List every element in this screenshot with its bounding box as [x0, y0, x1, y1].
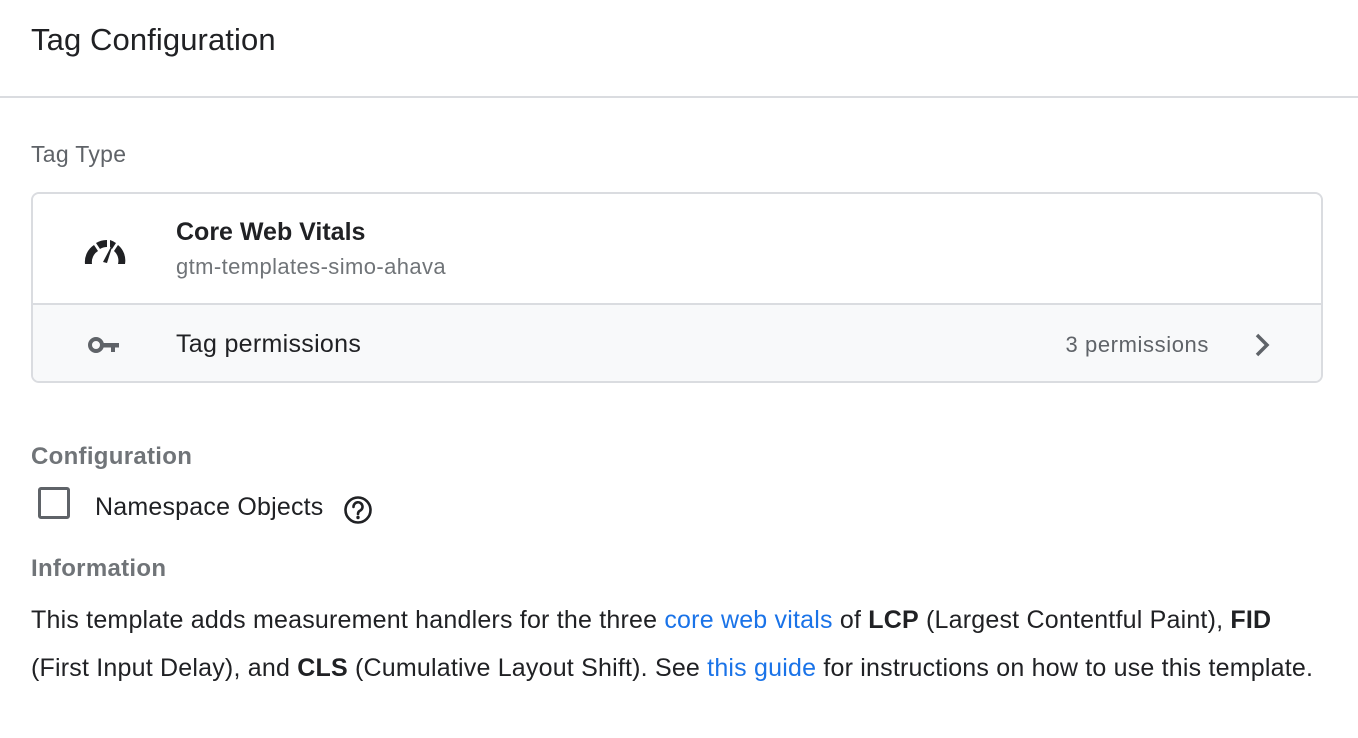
namespace-objects-label[interactable]: Namespace Objects — [95, 491, 324, 523]
information-label: Information — [31, 555, 167, 582]
namespace-objects-checkbox[interactable] — [38, 487, 70, 519]
fid-term: FID — [1230, 606, 1272, 634]
tag-type-card: Core Web Vitals gtm-templates-simo-ahava… — [31, 192, 1323, 383]
tag-template-row[interactable]: Core Web Vitals gtm-templates-simo-ahava — [33, 194, 1321, 303]
permissions-count: 3 permissions — [1065, 332, 1209, 357]
this-guide-link[interactable]: this guide — [707, 654, 816, 682]
template-name: Core Web Vitals — [176, 218, 366, 246]
panel-header: Tag Configuration — [0, 0, 1358, 98]
info-text-part: for instructions on how to use this temp… — [816, 654, 1314, 682]
tag-configuration-panel: Tag Configuration Tag Type Core Web Vita… — [0, 0, 1358, 738]
info-text-part: This template adds measurement handlers … — [31, 606, 665, 634]
core-web-vitals-link[interactable]: core web vitals — [664, 606, 832, 634]
chevron-right-icon — [1255, 333, 1270, 357]
tag-type-label: Tag Type — [31, 141, 127, 167]
key-icon — [88, 337, 119, 353]
tag-permissions-label: Tag permissions — [176, 330, 362, 358]
configuration-label: Configuration — [31, 443, 193, 470]
tag-permissions-row[interactable]: Tag permissions 3 permissions — [33, 303, 1321, 381]
information-text: This template adds measurement handlers … — [31, 596, 1331, 692]
info-text-part: of — [832, 606, 869, 634]
cls-term: CLS — [297, 654, 348, 682]
info-text-part: (Largest Contentful Paint), — [918, 606, 1231, 634]
info-text-part: (Cumulative Layout Shift). See — [347, 654, 708, 682]
help-icon[interactable] — [343, 495, 373, 525]
info-text-part: (First Input Delay), and — [31, 654, 298, 682]
template-author: gtm-templates-simo-ahava — [176, 254, 447, 279]
lcp-term: LCP — [868, 606, 919, 634]
gauge-icon — [84, 239, 126, 264]
page-title: Tag Configuration — [31, 22, 276, 57]
namespace-objects-option: Namespace Objects — [36, 485, 436, 525]
